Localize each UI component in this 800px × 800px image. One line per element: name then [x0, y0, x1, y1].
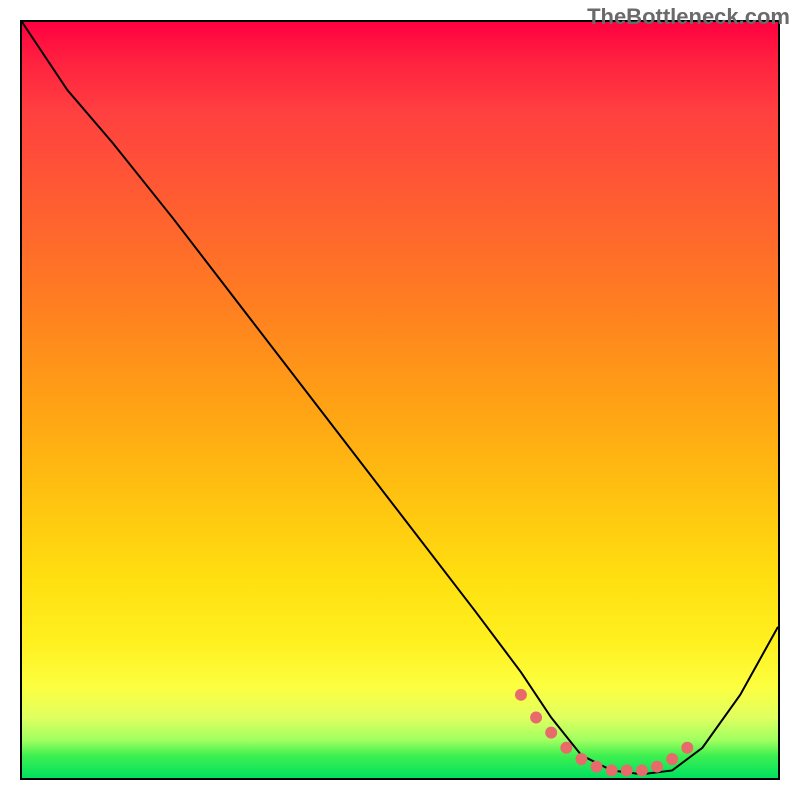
highlight-dot [681, 742, 693, 754]
chart-plot-area [20, 20, 780, 780]
highlight-dot [636, 764, 648, 776]
highlight-dot [530, 712, 542, 724]
highlight-dot [606, 764, 618, 776]
highlight-dot [591, 761, 603, 773]
highlight-dot [651, 761, 663, 773]
bottleneck-curve [22, 22, 778, 774]
highlight-dot [575, 753, 587, 765]
highlight-dot [621, 764, 633, 776]
watermark-text: TheBottleneck.com [587, 4, 790, 30]
highlight-dot [666, 753, 678, 765]
chart-svg-overlay [22, 22, 778, 778]
highlight-dot [560, 742, 572, 754]
highlight-dot [515, 689, 527, 701]
highlight-dot [545, 727, 557, 739]
